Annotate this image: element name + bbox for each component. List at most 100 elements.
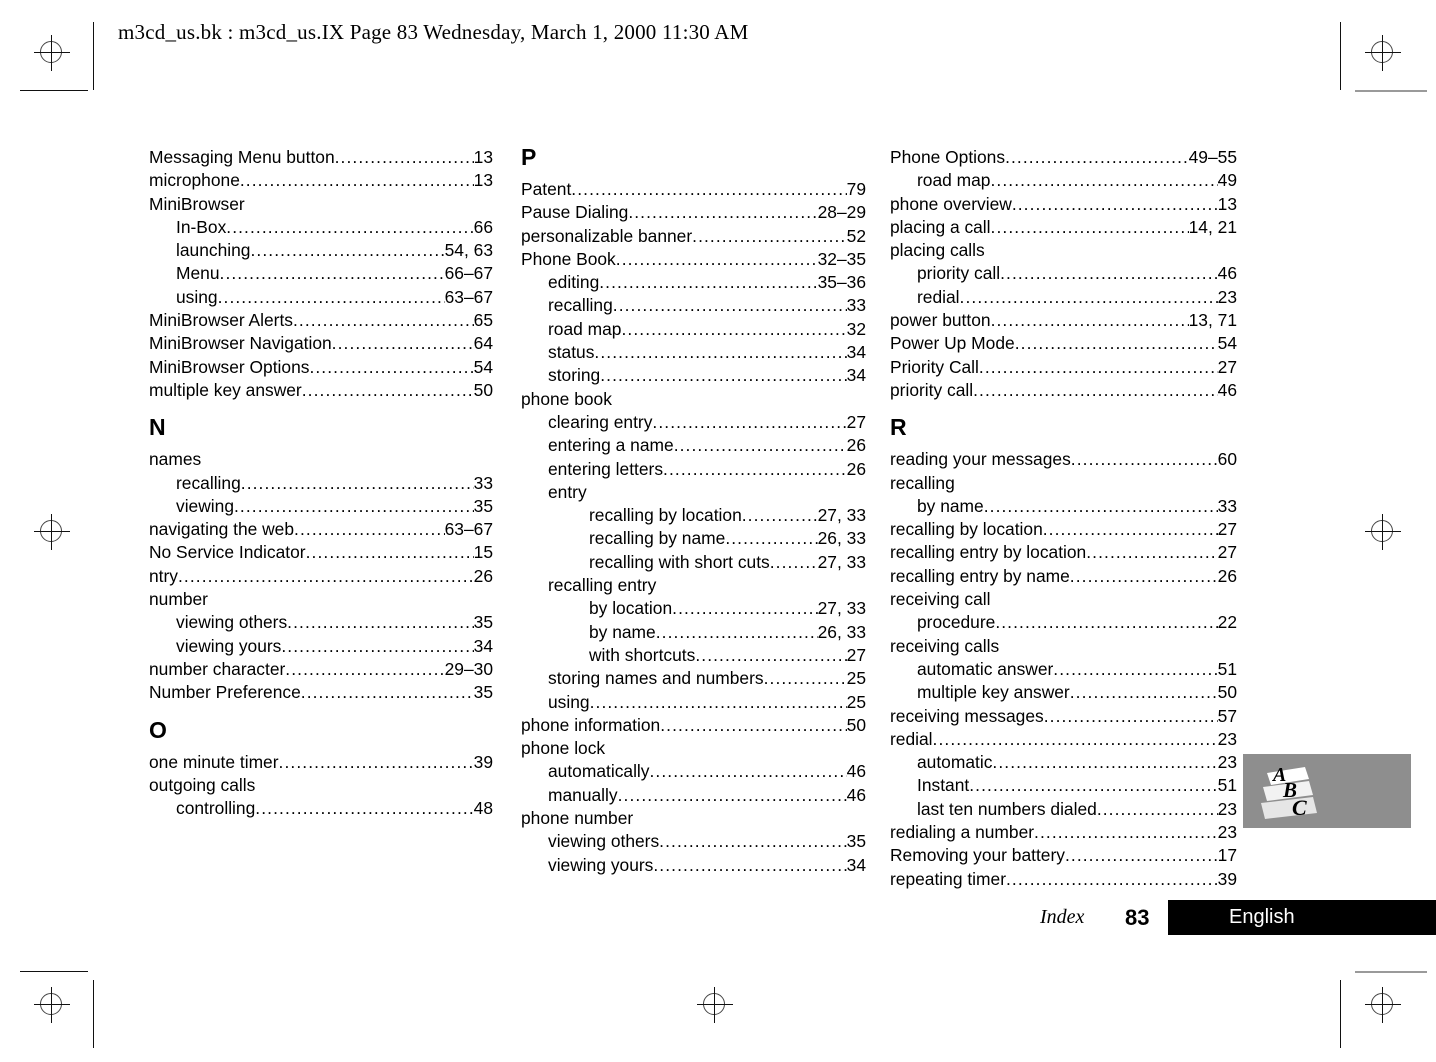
index-entry-label: ntry <box>149 565 178 586</box>
index-entry[interactable]: MiniBrowser Navigation..................… <box>149 332 493 355</box>
index-entry[interactable]: number..................................… <box>149 588 493 611</box>
index-entry[interactable]: road map................................… <box>890 169 1237 192</box>
index-entry[interactable]: using...................................… <box>149 286 493 309</box>
index-entry[interactable]: recalling...............................… <box>149 472 493 495</box>
index-entry[interactable]: road map................................… <box>521 318 866 341</box>
index-entry[interactable]: recalling with short cuts...............… <box>521 551 866 574</box>
index-entry-label: automatic answer <box>917 658 1054 679</box>
index-entry[interactable]: microphone..............................… <box>149 169 493 192</box>
index-entry[interactable]: storing names and numbers...............… <box>521 667 866 690</box>
index-entry[interactable]: automatic answer........................… <box>890 658 1237 681</box>
index-entry[interactable]: power button............................… <box>890 309 1237 332</box>
index-entry[interactable]: Removing your battery...................… <box>890 844 1237 867</box>
index-entry[interactable]: phone book..............................… <box>521 388 866 411</box>
index-entry[interactable]: personalizable banner...................… <box>521 225 866 248</box>
index-entry-leader-dots: ........................................… <box>239 170 474 191</box>
index-entry[interactable]: Instant.................................… <box>890 774 1237 797</box>
index-entry[interactable]: receiving calls.........................… <box>890 635 1237 658</box>
index-entry[interactable]: phone information.......................… <box>521 714 866 737</box>
index-entry[interactable]: In-Box..................................… <box>149 216 493 239</box>
index-entry-leader-dots: ........................................… <box>983 495 1218 516</box>
index-entry[interactable]: with shortcuts..........................… <box>521 644 866 667</box>
index-entry[interactable]: receiving call..........................… <box>890 588 1237 611</box>
index-entry[interactable]: procedure...............................… <box>890 611 1237 634</box>
index-entry[interactable]: recalling entry by location.............… <box>890 541 1237 564</box>
index-entry[interactable]: Messaging Menu button...................… <box>149 146 493 169</box>
index-entry[interactable]: Number Preference.......................… <box>149 681 493 704</box>
index-entry[interactable]: controlling.............................… <box>149 797 493 820</box>
index-entry[interactable]: multiple key answer.....................… <box>149 379 493 402</box>
index-entry[interactable]: priority call...........................… <box>890 379 1237 402</box>
index-entry-leader-dots: ........................................… <box>571 179 847 199</box>
index-entry[interactable]: recalling entry.........................… <box>521 574 866 597</box>
index-entry[interactable]: storing.................................… <box>521 364 866 387</box>
index-entry[interactable]: multiple key answer.....................… <box>890 681 1237 704</box>
index-entry[interactable]: phone overview..........................… <box>890 193 1237 216</box>
index-entry[interactable]: viewing others..........................… <box>521 830 866 853</box>
index-entry[interactable]: viewing.................................… <box>149 495 493 518</box>
index-entry[interactable]: Phone Book..............................… <box>521 248 866 271</box>
index-entry[interactable]: MiniBrowser Options.....................… <box>149 356 493 379</box>
index-entry[interactable]: viewing yours...........................… <box>149 635 493 658</box>
index-entry[interactable]: Phone Options...........................… <box>890 146 1237 169</box>
index-entry[interactable]: ntry....................................… <box>149 565 493 588</box>
index-entry[interactable]: viewing others..........................… <box>149 611 493 634</box>
index-entry[interactable]: launching...............................… <box>149 239 493 262</box>
index-entry-leader-dots: ........................................… <box>250 240 444 261</box>
index-entry[interactable]: placing calls...........................… <box>890 239 1237 262</box>
index-entry-label: MiniBrowser <box>149 193 245 214</box>
footer-language-label: English <box>1229 906 1295 928</box>
index-entry[interactable]: manually................................… <box>521 784 866 807</box>
index-entry[interactable]: redialing a number......................… <box>890 821 1237 844</box>
index-entry[interactable]: entering a name.........................… <box>521 434 866 457</box>
index-entry[interactable]: redial..................................… <box>890 728 1237 751</box>
index-entry[interactable]: repeating timer.........................… <box>890 868 1237 891</box>
index-entry-leader-dots: ........................................… <box>178 565 474 586</box>
index-entry[interactable]: redial..................................… <box>890 286 1237 309</box>
index-entry[interactable]: recalling...............................… <box>890 472 1237 495</box>
index-entry[interactable]: number character........................… <box>149 658 493 681</box>
index-entry[interactable]: recalling...............................… <box>521 294 866 317</box>
index-entry[interactable]: priority call...........................… <box>890 262 1237 285</box>
index-entry[interactable]: phone lock..............................… <box>521 737 866 760</box>
index-entry[interactable]: MiniBrowser.............................… <box>149 193 493 216</box>
index-entry-label: viewing yours <box>176 635 282 656</box>
index-entry[interactable]: Pause Dialing...........................… <box>521 201 866 224</box>
index-column-2: P Patent.................................… <box>521 146 866 877</box>
index-entry[interactable]: recalling by name.......................… <box>521 527 866 550</box>
index-entry[interactable]: entry...................................… <box>521 481 866 504</box>
index-entry-label: recalling by name <box>589 528 726 549</box>
index-entry[interactable]: by name.................................… <box>521 621 866 644</box>
index-entry[interactable]: Patent..................................… <box>521 178 866 201</box>
index-entry[interactable]: automatically...........................… <box>521 760 866 783</box>
index-entry[interactable]: entering letters........................… <box>521 458 866 481</box>
index-entry[interactable]: recalling by location...................… <box>890 518 1237 541</box>
index-entry[interactable]: phone number............................… <box>521 807 866 830</box>
index-entry[interactable]: Priority Call...........................… <box>890 356 1237 379</box>
index-entry-leader-dots: ........................................… <box>594 342 847 363</box>
index-entry[interactable]: navigating the web......................… <box>149 518 493 541</box>
index-entry-page: 14, 21 <box>1188 216 1237 237</box>
index-entry[interactable]: recalling entry by name.................… <box>890 565 1237 588</box>
index-entry[interactable]: status..................................… <box>521 341 866 364</box>
index-entry[interactable]: outgoing calls..........................… <box>149 774 493 797</box>
index-entry[interactable]: Menu....................................… <box>149 262 493 285</box>
index-entry[interactable]: editing.................................… <box>521 271 866 294</box>
index-entry[interactable]: MiniBrowser Alerts......................… <box>149 309 493 332</box>
index-entry[interactable]: viewing yours...........................… <box>521 854 866 877</box>
index-entry[interactable]: names...................................… <box>149 448 493 471</box>
index-entry[interactable]: automatic...............................… <box>890 751 1237 774</box>
index-entry[interactable]: receiving messages......................… <box>890 705 1237 728</box>
index-entry[interactable]: placing a call..........................… <box>890 216 1237 239</box>
index-entry[interactable]: last ten numbers dialed.................… <box>890 798 1237 821</box>
index-entry[interactable]: one minute timer........................… <box>149 751 493 774</box>
index-entry[interactable]: clearing entry..........................… <box>521 411 866 434</box>
index-entry[interactable]: by name.................................… <box>890 495 1237 518</box>
index-entry[interactable]: by location.............................… <box>521 597 866 620</box>
index-entry[interactable]: No Service Indicator....................… <box>149 541 493 564</box>
index-entry[interactable]: reading your messages...................… <box>890 448 1237 471</box>
index-entry-page: 54 <box>473 356 493 377</box>
index-entry[interactable]: using...................................… <box>521 691 866 714</box>
index-entry[interactable]: recalling by location...................… <box>521 504 866 527</box>
index-entry[interactable]: Power Up Mode...........................… <box>890 332 1237 355</box>
